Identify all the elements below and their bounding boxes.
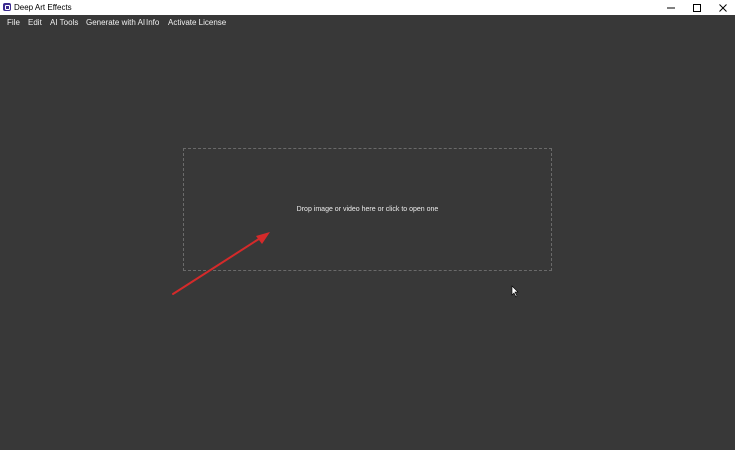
minimize-button[interactable] xyxy=(659,0,683,15)
close-icon xyxy=(719,3,727,12)
window-title: Deep Art Effects xyxy=(14,3,72,12)
close-button[interactable] xyxy=(711,0,735,15)
menu-generate-with-ai[interactable]: Generate with AI xyxy=(86,18,145,28)
menu-bar: File Edit AI Tools Generate with AI Info… xyxy=(0,15,735,31)
maximize-icon xyxy=(693,3,701,12)
menu-activate-license[interactable]: Activate License xyxy=(168,18,226,28)
menu-edit[interactable]: Edit xyxy=(28,18,42,28)
menu-ai-tools[interactable]: AI Tools xyxy=(50,18,78,28)
mouse-cursor-icon xyxy=(511,285,519,298)
menu-info[interactable]: Info xyxy=(146,18,159,28)
menu-file[interactable]: File xyxy=(7,18,20,28)
drop-zone[interactable]: Drop image or video here or click to ope… xyxy=(183,148,552,271)
app-logo-icon xyxy=(3,3,11,11)
maximize-button[interactable] xyxy=(685,0,709,15)
drop-zone-label: Drop image or video here or click to ope… xyxy=(296,206,439,213)
title-bar[interactable]: Deep Art Effects xyxy=(0,0,735,15)
minimize-icon xyxy=(667,7,675,8)
app-window: Deep Art Effects File Edit AI Tools Gene… xyxy=(0,0,735,450)
